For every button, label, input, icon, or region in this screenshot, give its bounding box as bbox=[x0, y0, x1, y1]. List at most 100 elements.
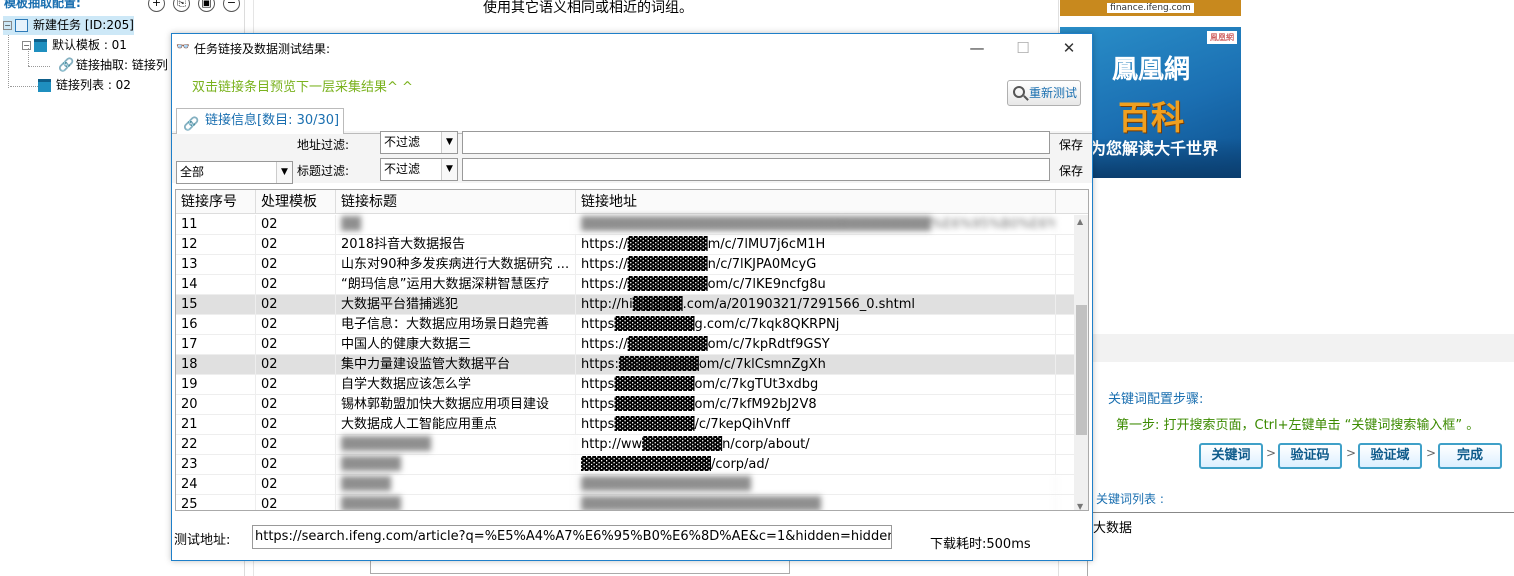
ad-banner-finance[interactable]: finance.ifeng.com bbox=[1060, 0, 1241, 16]
save-title-filter-button[interactable]: 保存 bbox=[1059, 162, 1083, 179]
cell-template: 02 bbox=[256, 495, 336, 510]
cell-template: 02 bbox=[256, 235, 336, 254]
cell-no: 21 bbox=[176, 415, 256, 434]
cell-title: 集中力量建设监管大数据平台 bbox=[336, 355, 576, 374]
cell-title: 锡林郭勒盟加快大数据应用项目建设 bbox=[336, 395, 576, 414]
table-row[interactable]: 25 02 ▓▓▓▓▓▓ ▓▓▓▓▓▓▓▓▓▓▓▓▓▓▓▓▓▓▓▓▓▓▓▓ bbox=[176, 495, 1074, 510]
table-header: 链接序号 处理模板 链接标题 链接地址 bbox=[176, 190, 1088, 214]
add-icon[interactable]: + bbox=[148, 0, 165, 12]
url-filter-input[interactable] bbox=[462, 131, 1050, 154]
column-header-url[interactable]: 链接地址 bbox=[576, 190, 1056, 214]
table-row[interactable]: 12 02 2018抖音大数据报告 https://▓▓▓▓▓▓▓▓m/c/7lMU7… bbox=[176, 235, 1074, 255]
table-row[interactable]: 21 02 大数据成人工智能应用重点 https▓▓▓▓▓▓▓▓/c/7kepQihV… bbox=[176, 415, 1074, 435]
cell-url: https://▓▓▓▓▓▓▓▓m/c/7lMU7j6cM1H bbox=[576, 235, 1056, 254]
cell-no: 19 bbox=[176, 375, 256, 394]
save-url-filter-button[interactable]: 保存 bbox=[1059, 136, 1083, 153]
save-icon[interactable]: ▣ bbox=[198, 0, 215, 12]
cube-icon bbox=[15, 19, 28, 32]
cell-title: 自学大数据应该怎么学 bbox=[336, 375, 576, 394]
cell-url: http://hi▓▓▓▓▓.com/a/20190321/7291566_0.… bbox=[576, 295, 1056, 314]
step-captcha-button[interactable]: 验证码 bbox=[1278, 443, 1342, 469]
cell-url: https▓▓▓▓▓▓▓▓om/c/7kfM92bJ2V8 bbox=[576, 395, 1056, 414]
search-icon bbox=[1013, 86, 1025, 98]
table-row[interactable]: 23 02 ▓▓▓▓▓▓ ▓▓▓▓▓▓▓▓▓▓▓▓▓/corp/ad/ bbox=[176, 455, 1074, 475]
cell-url: ▓▓▓▓▓▓▓▓▓▓▓▓▓▓▓▓▓▓▓▓▓▓▓▓▓▓▓▓▓▓▓▓▓▓▓%E6%9… bbox=[576, 215, 1056, 234]
scope-select[interactable]: 全部 ▼ bbox=[176, 161, 293, 184]
retest-button[interactable]: 重新测试 bbox=[1007, 80, 1081, 106]
scroll-up-icon[interactable]: ▲ bbox=[1077, 217, 1083, 226]
cell-title: ▓▓▓▓▓▓ bbox=[336, 495, 576, 510]
tree-node-task[interactable]: − 新建任务 [ID:205] bbox=[3, 16, 134, 35]
ad-url: finance.ifeng.com bbox=[1107, 3, 1194, 13]
step-arrow-icon: > bbox=[1426, 446, 1437, 460]
link-icon: 🔗 bbox=[58, 58, 75, 73]
cell-no: 25 bbox=[176, 495, 256, 510]
table-row[interactable]: 11 02 ▓▓ ▓▓▓▓▓▓▓▓▓▓▓▓▓▓▓▓▓▓▓▓▓▓▓▓▓▓▓▓▓▓▓▓▓▓… bbox=[176, 215, 1074, 235]
collapse-icon[interactable]: − bbox=[3, 21, 12, 30]
cell-url: ▓▓▓▓▓▓▓▓▓▓▓▓▓▓▓▓▓▓▓▓▓▓▓▓ bbox=[576, 495, 1056, 510]
table-row[interactable]: 15 02 大数据平台猎捕逃犯 http://hi▓▓▓▓▓.com/a/201903… bbox=[176, 295, 1074, 315]
preview-hint: 双击链接条目预览下一层采集结果^ ^ bbox=[192, 80, 413, 95]
minimize-button[interactable]: — bbox=[954, 34, 1000, 62]
table-row[interactable]: 13 02 山东对90种多发疾病进行大数据研究 ... https://▓▓▓▓▓▓▓… bbox=[176, 255, 1074, 275]
cell-title: 2018抖音大数据报告 bbox=[336, 235, 576, 254]
url-filter-select[interactable]: 不过滤 ▼ bbox=[380, 131, 458, 154]
step-finish-button[interactable]: 完成 bbox=[1438, 443, 1502, 469]
test-result-dialog: 👓 任务链接及数据测试结果: — ☐ ✕ 双击链接条目预览下一层采集结果^ ^ … bbox=[171, 33, 1093, 561]
tree-node-default-template[interactable]: − 默认模板 : 01 bbox=[22, 36, 127, 55]
ad-brand: 鳳凰網 bbox=[1112, 55, 1191, 85]
vertical-scrollbar[interactable]: ▲ ▼ bbox=[1074, 215, 1088, 510]
table-row[interactable]: 24 02 ▓▓▓▓▓ ▓▓▓▓▓▓▓▓▓▓▓▓▓▓▓▓▓ bbox=[176, 475, 1074, 495]
dropdown-arrow-icon: ▼ bbox=[276, 162, 292, 183]
section-bar bbox=[1060, 334, 1514, 362]
cell-no: 22 bbox=[176, 435, 256, 454]
maximize-button[interactable]: ☐ bbox=[1000, 34, 1046, 62]
title-filter-input[interactable] bbox=[462, 158, 1050, 181]
collapse-icon[interactable]: − bbox=[22, 41, 31, 50]
close-button[interactable]: ✕ bbox=[1046, 34, 1092, 62]
dialog-title: 任务链接及数据测试结果: bbox=[194, 42, 331, 56]
test-url-label: 测试地址: bbox=[174, 533, 231, 548]
column-header-no[interactable]: 链接序号 bbox=[176, 190, 256, 214]
title-filter-value: 不过滤 bbox=[384, 162, 421, 176]
link-icon: 🔗 bbox=[183, 117, 200, 132]
title-filter-select[interactable]: 不过滤 ▼ bbox=[380, 158, 458, 181]
table-row[interactable]: 22 02 ▓▓▓▓▓▓▓▓▓ http://ww▓▓▓▓▓▓▓▓n/corp/abo… bbox=[176, 435, 1074, 455]
keyword-step-instruction: 第一步: 打开搜索页面，Ctrl+左键单击 “关键词搜索输入框” 。 bbox=[1116, 418, 1480, 433]
column-header-title[interactable]: 链接标题 bbox=[336, 190, 576, 214]
tree-node-label: 链接抽取: 链接列 bbox=[76, 58, 168, 72]
keyword-item[interactable]: 大数据 bbox=[1088, 513, 1514, 540]
dialog-titlebar[interactable]: 👓 任务链接及数据测试结果: — ☐ ✕ bbox=[172, 34, 1092, 62]
table-row[interactable]: 17 02 中国人的健康大数据三 https://▓▓▓▓▓▓▓▓om/c/7kpRd… bbox=[176, 335, 1074, 355]
cell-url: https://▓▓▓▓▓▓▓▓om/c/7kpRdtf9GSY bbox=[576, 335, 1056, 354]
scrollbar-thumb[interactable] bbox=[1076, 305, 1087, 435]
cell-no: 16 bbox=[176, 315, 256, 334]
cell-no: 24 bbox=[176, 475, 256, 494]
table-row[interactable]: 20 02 锡林郭勒盟加快大数据应用项目建设 https▓▓▓▓▓▓▓▓om/c/7k… bbox=[176, 395, 1074, 415]
keyword-list-label: 关键词列表 : bbox=[1096, 492, 1164, 506]
cell-no: 23 bbox=[176, 455, 256, 474]
column-header-template[interactable]: 处理模板 bbox=[256, 190, 336, 214]
step-arrow-icon: > bbox=[1266, 446, 1277, 460]
scope-value: 全部 bbox=[180, 165, 205, 179]
cell-title: 山东对90种多发疾病进行大数据研究 ... bbox=[336, 255, 576, 274]
copy-link-icon[interactable]: ⎘ bbox=[173, 0, 190, 12]
scroll-down-icon[interactable]: ▼ bbox=[1077, 502, 1083, 510]
step-keyword-button[interactable]: 关键词 bbox=[1199, 443, 1263, 469]
cell-template: 02 bbox=[256, 415, 336, 434]
keyword-list-box[interactable]: 大数据 bbox=[1087, 512, 1514, 576]
tree-node-link-list[interactable]: 链接列表 : 02 bbox=[38, 76, 131, 95]
table-row[interactable]: 16 02 电子信息：大数据应用场景日趋完善 https▓▓▓▓▓▓▓▓g.com/c… bbox=[176, 315, 1074, 335]
table-row[interactable]: 19 02 自学大数据应该怎么学 https▓▓▓▓▓▓▓▓om/c/7kgTUt3x… bbox=[176, 375, 1074, 395]
table-row[interactable]: 14 02 “朗玛信息”运用大数据深耕智慧医疗 https://▓▓▓▓▓▓▓▓om/… bbox=[176, 275, 1074, 295]
remove-icon[interactable]: − bbox=[223, 0, 240, 12]
cell-title: ▓▓ bbox=[336, 215, 576, 234]
cell-url: https▓▓▓▓▓▓▓▓g.com/c/7kqk8QKRPNj bbox=[576, 315, 1056, 334]
tab-link-info[interactable]: 🔗 链接信息[数目: 30/30] bbox=[176, 108, 344, 134]
step-domain-button[interactable]: 验证域 bbox=[1358, 443, 1422, 469]
test-url-input[interactable]: https://search.ifeng.com/article?q=%E5%A… bbox=[252, 525, 892, 549]
url-filter-value: 不过滤 bbox=[384, 135, 421, 149]
tree-node-link-extract[interactable]: 🔗 链接抽取: 链接列 bbox=[58, 56, 168, 75]
table-icon bbox=[34, 39, 47, 52]
table-row[interactable]: 18 02 集中力量建设监管大数据平台 https:▓▓▓▓▓▓▓▓om/c/7klC… bbox=[176, 355, 1074, 375]
